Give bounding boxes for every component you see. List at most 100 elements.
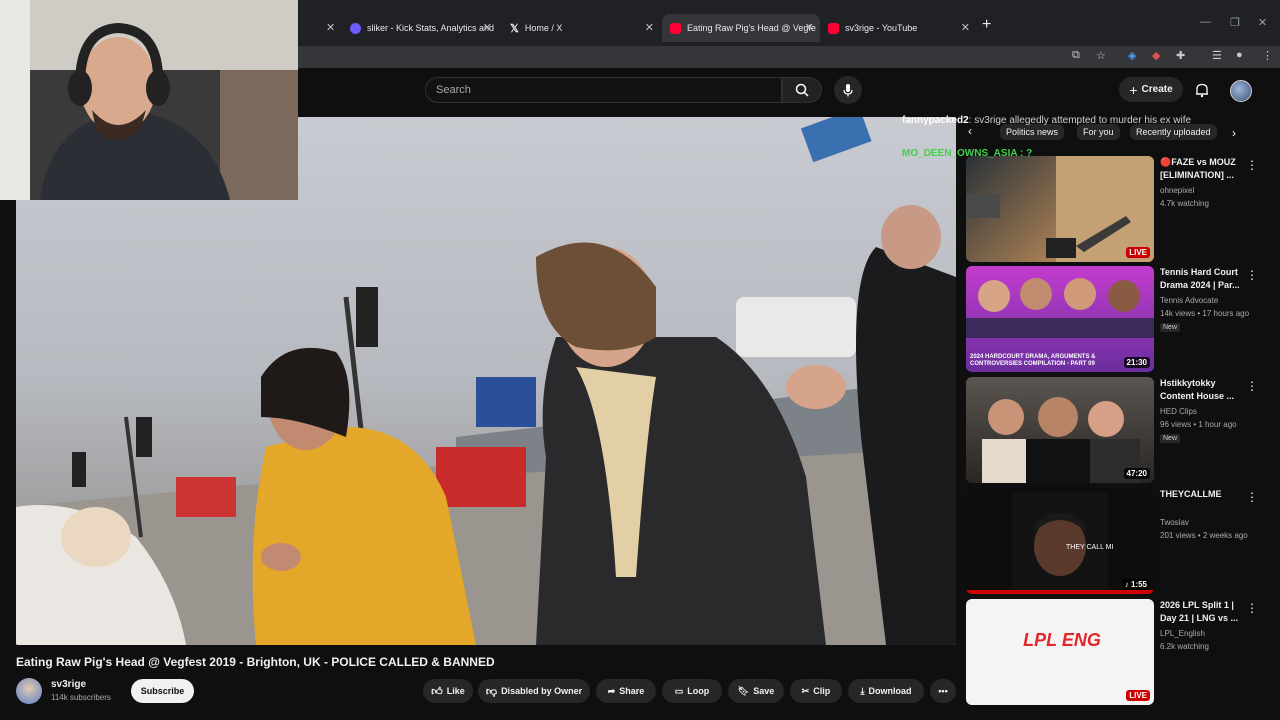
like-button[interactable]: 👍︎ Like	[423, 679, 473, 703]
window-close-icon[interactable]: ✕	[1258, 16, 1267, 29]
video-meta: 4.7k watching	[1160, 199, 1209, 208]
video-thumbnail[interactable]: 2024 HARDCOURT DRAMA, ARGUMENTS & CONTRO…	[966, 266, 1154, 372]
scissors-icon: ✂	[801, 685, 810, 696]
thumbs-up-icon: 👍︎	[431, 685, 443, 698]
thumbnail-caption: THEY CALL MI	[1066, 544, 1114, 551]
kick-stats-icon	[350, 22, 361, 34]
extension-icon[interactable]: ◈	[1128, 49, 1136, 62]
tab-close-icon[interactable]: ✕	[483, 21, 492, 34]
extension-icon[interactable]: ◆	[1152, 49, 1160, 62]
thumbnail-image	[966, 156, 1154, 262]
share-button[interactable]: ➦ Share	[596, 679, 656, 703]
create-label: Create	[1141, 84, 1173, 95]
duration-badge: 47:20	[1123, 468, 1150, 479]
download-button[interactable]: ⤓ Download	[848, 679, 924, 703]
create-button[interactable]: + Create	[1119, 77, 1183, 102]
tab-current-video[interactable]: Eating Raw Pig's Head @ Vegfe ✕	[662, 14, 820, 42]
restore-icon[interactable]: ❐	[1230, 16, 1240, 29]
search-icon	[795, 83, 809, 97]
chat-text: : sv3rige allegedly attempted to murder …	[968, 115, 1192, 126]
video-title[interactable]: 2026 LPL Split 1 | Day 21 | LNG vs ...	[1160, 599, 1240, 625]
more-actions-icon[interactable]: ⋮	[1246, 268, 1258, 282]
chrome-menu-icon[interactable]: ⋮	[1262, 49, 1273, 62]
dislike-label: Disabled by Owner	[501, 686, 583, 696]
minimize-icon[interactable]: —	[1200, 16, 1211, 28]
video-thumbnail[interactable]: LPL ENG LIVE	[966, 599, 1154, 705]
live-badge: LIVE	[1126, 690, 1150, 701]
channel-avatar[interactable]	[16, 678, 42, 704]
recommendation-item[interactable]: LPL ENG LIVE 2026 LPL Split 1 | Day 21 |…	[966, 599, 1266, 705]
more-actions-icon[interactable]: ⋮	[1246, 601, 1258, 615]
download-icon: ⤓	[860, 685, 865, 696]
new-badge: New	[1160, 323, 1181, 332]
profile-icon[interactable]: ●	[1236, 49, 1243, 61]
tab-sv3rige-youtube[interactable]: sv3rige - YouTube ✕	[820, 14, 976, 42]
channel-name[interactable]: LPL_English	[1160, 629, 1205, 638]
tab-x-home[interactable]: 𝕏 Home / X ✕	[502, 14, 660, 42]
channel-name[interactable]: Tennis Advocate	[1160, 296, 1218, 305]
chat-username: MO_DEEN_OWNS_ASIA	[902, 148, 1018, 159]
channel-name[interactable]: Twoslav	[1160, 518, 1189, 527]
search-input[interactable]: Search	[425, 77, 782, 103]
plus-icon: +	[1129, 81, 1138, 98]
chat-overlay: fannypacked2: sv3rige allegedly attempte…	[902, 115, 1222, 159]
chat-text: : ?	[1020, 148, 1033, 159]
video-title[interactable]: Hstikkytokky Content House ...	[1160, 377, 1240, 403]
clip-button[interactable]: ✂ Clip	[790, 679, 842, 703]
video-title[interactable]: THEYCALLME	[1160, 488, 1240, 501]
save-button[interactable]: 🔖︎ Save	[728, 679, 784, 703]
webcam-overlay	[0, 0, 298, 200]
voice-search-button[interactable]	[834, 76, 862, 104]
youtube-icon	[828, 22, 839, 34]
video-thumbnail[interactable]: LIVE	[966, 156, 1154, 262]
loop-button[interactable]: ▭ Loop	[662, 679, 722, 703]
tab-close-icon[interactable]: ✕	[645, 21, 654, 34]
install-icon[interactable]: ⧉	[1072, 49, 1080, 62]
share-label: Share	[619, 686, 645, 696]
video-thumbnail[interactable]: 47:20	[966, 377, 1154, 483]
more-actions-icon[interactable]: ⋮	[1246, 490, 1258, 504]
bookmark-icon: 🔖︎	[737, 685, 750, 696]
tab-label: Eating Raw Pig's Head @ Vegfe	[687, 23, 816, 33]
like-label: Like	[446, 686, 465, 696]
chat-message: fannypacked2: sv3rige allegedly attempte…	[902, 115, 1222, 126]
chat-username: fannypacked2	[902, 115, 969, 126]
more-actions-icon[interactable]: ⋮	[1246, 379, 1258, 393]
tab-close-icon[interactable]: ✕	[805, 21, 814, 34]
save-label: Save	[753, 686, 775, 696]
duration-badge: ♪ 1:55	[1121, 579, 1150, 590]
share-arrow-icon: ➦	[607, 685, 616, 696]
clip-label: Clip	[813, 686, 831, 696]
thumbnail-caption: 2024 HARDCOURT DRAMA, ARGUMENTS & CONTRO…	[970, 354, 1096, 367]
video-meta: 96 views • 1 hour ago	[1160, 420, 1237, 429]
bell-icon	[1196, 83, 1208, 98]
tab-close-icon[interactable]: ✕	[326, 21, 335, 34]
tab-close-icon[interactable]: ✕	[961, 21, 970, 34]
video-title[interactable]: 🔴FAZE vs MOUZ [ELIMINATION] ...	[1160, 156, 1240, 182]
more-actions-icon[interactable]: ⋮	[1246, 158, 1258, 172]
user-avatar[interactable]	[1230, 80, 1252, 102]
subscribe-button[interactable]: Subscribe	[131, 679, 194, 703]
new-tab-plus-icon[interactable]: +	[982, 16, 991, 34]
search-button[interactable]	[782, 77, 822, 103]
more-actions-button[interactable]: •••	[930, 679, 956, 703]
video-title[interactable]: Tennis Hard Court Drama 2024 | Par...	[1160, 266, 1240, 292]
chip-scroll-right-icon[interactable]: ›	[1232, 126, 1236, 140]
recommendation-item[interactable]: LIVE 🔴FAZE vs MOUZ [ELIMINATION] ... ohn…	[966, 156, 1266, 262]
microphone-icon	[843, 84, 853, 97]
extensions-puzzle-icon[interactable]: ✚	[1176, 49, 1185, 62]
channel-name[interactable]: sv3rige	[51, 679, 86, 690]
recommendation-item[interactable]: THEY CALL MI ♪ 1:55 THEYCALLME Twoslav 2…	[966, 488, 1266, 594]
video-thumbnail[interactable]: THEY CALL MI ♪ 1:55	[966, 488, 1154, 594]
channel-name[interactable]: ohnepixel	[1160, 186, 1194, 195]
download-label: Download	[868, 686, 912, 696]
dislike-button[interactable]: 👎︎ Disabled by Owner	[478, 679, 590, 703]
youtube-icon	[670, 22, 681, 34]
recommendation-item[interactable]: 2024 HARDCOURT DRAMA, ARGUMENTS & CONTRO…	[966, 266, 1266, 372]
tab-sliker[interactable]: sliker - Kick Stats, Analytics and ✕	[342, 14, 498, 42]
notifications-button[interactable]	[1192, 80, 1212, 100]
bookmark-star-icon[interactable]: ☆	[1096, 49, 1106, 62]
recommendation-item[interactable]: 47:20 Hstikkytokky Content House ... HED…	[966, 377, 1266, 483]
tab-search-icon[interactable]: ☰	[1212, 49, 1222, 62]
channel-name[interactable]: HED Clips	[1160, 407, 1197, 416]
